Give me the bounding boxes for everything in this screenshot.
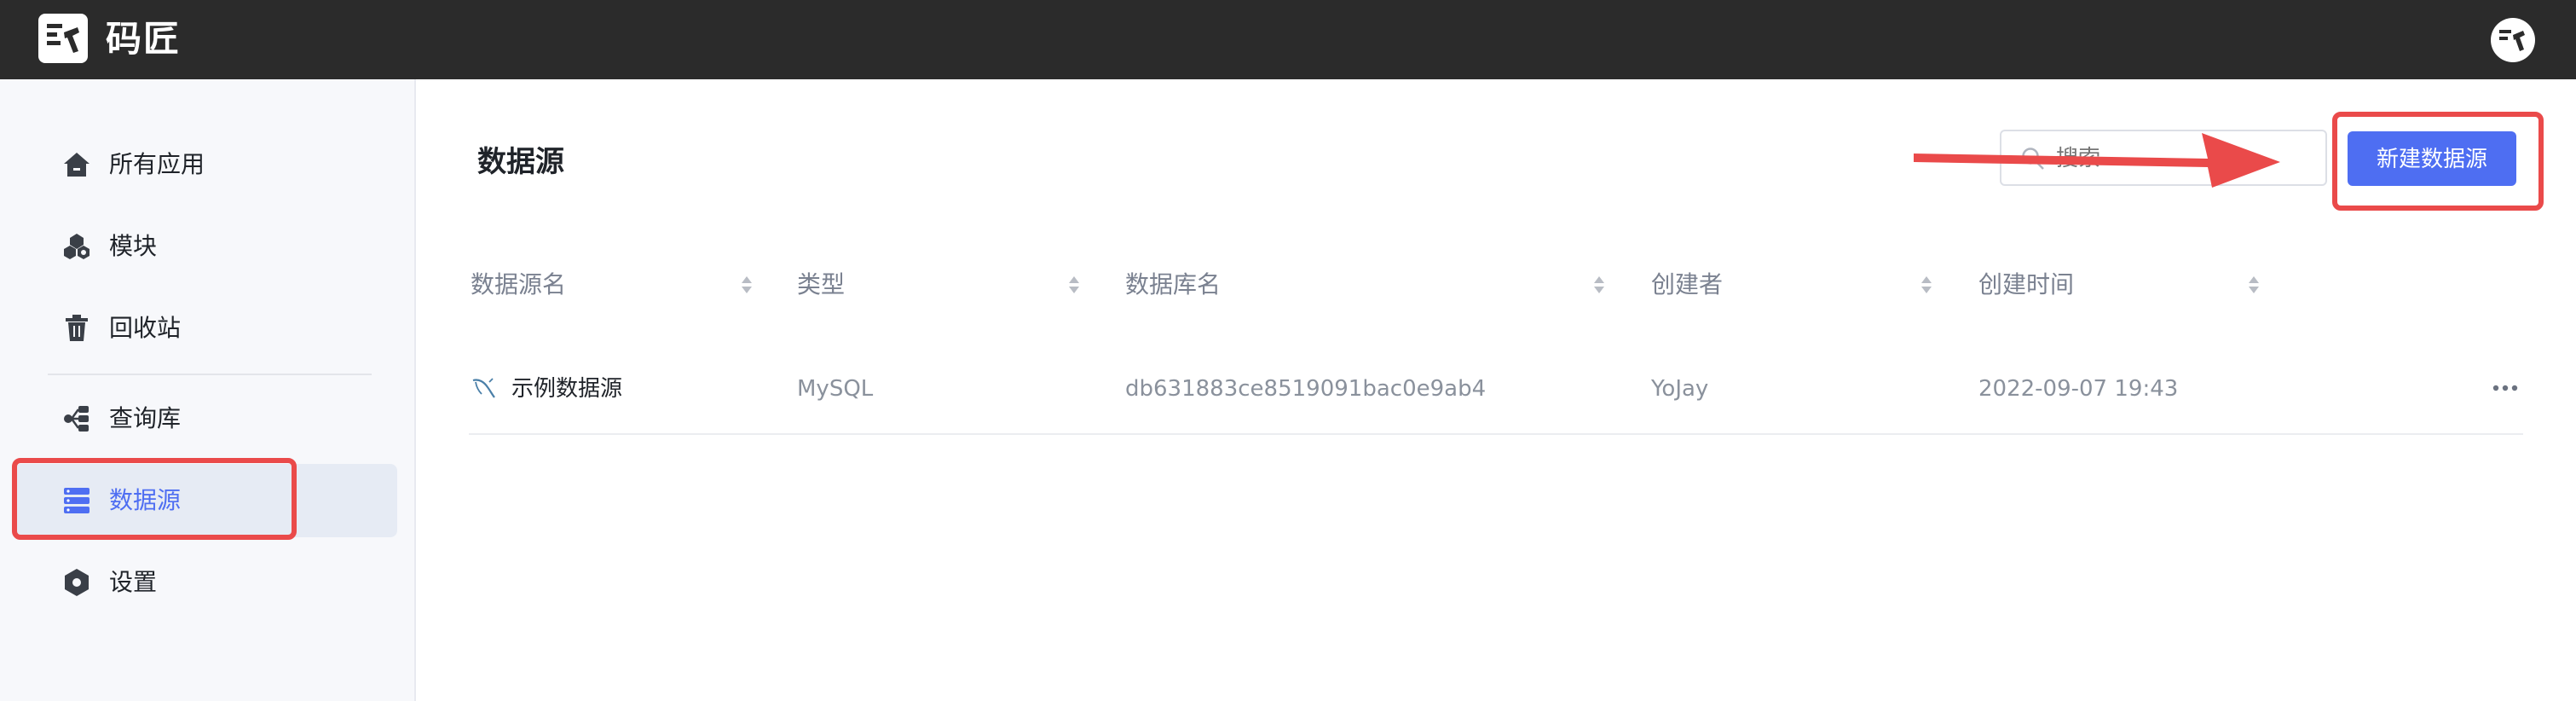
page-title: 数据源: [477, 145, 564, 179]
home-icon: [61, 149, 92, 180]
sidebar-item-label: 所有应用: [109, 150, 205, 178]
query-library-icon: [61, 403, 92, 434]
column-header-created-at[interactable]: 创建时间: [1978, 266, 2074, 304]
modules-icon: [61, 231, 92, 262]
sidebar-item-settings[interactable]: 设置: [14, 546, 397, 619]
sidebar-item-label: 回收站: [109, 314, 182, 342]
row-divider: [469, 433, 2523, 435]
sidebar-item-query-library[interactable]: 查询库: [14, 382, 397, 455]
app-name: 码匠: [106, 18, 182, 60]
sort-icon[interactable]: [2248, 275, 2260, 295]
sort-icon[interactable]: [1920, 275, 1932, 295]
annotation-arrow-icon: [1914, 133, 2280, 188]
logo-icon[interactable]: [38, 14, 88, 63]
sidebar: 所有应用 模块 回收站 查询库 数据源 设置: [0, 79, 416, 701]
settings-icon: [61, 567, 92, 598]
mysql-icon: [472, 378, 495, 398]
datasource-created-at: 2022-09-07 19:43: [1978, 376, 2179, 402]
sidebar-divider: [48, 374, 372, 375]
sort-icon[interactable]: [1068, 275, 1080, 295]
column-header-creator[interactable]: 创建者: [1651, 266, 1723, 304]
sidebar-item-recycle-bin[interactable]: 回收站: [14, 292, 397, 365]
sidebar-item-label: 设置: [109, 568, 158, 596]
datasource-type: MySQL: [797, 376, 874, 402]
user-avatar[interactable]: [2491, 18, 2535, 62]
datasource-database: db631883ce8519091bac0e9ab4: [1125, 376, 1487, 402]
column-header-name[interactable]: 数据源名: [471, 266, 566, 304]
column-header-type[interactable]: 类型: [797, 266, 845, 304]
column-header-database[interactable]: 数据库名: [1125, 266, 1221, 304]
datasource-name[interactable]: 示例数据源: [511, 370, 622, 408]
sidebar-item-label: 查询库: [109, 404, 182, 432]
sort-icon[interactable]: [1593, 275, 1605, 295]
sort-icon[interactable]: [741, 275, 753, 295]
sidebar-item-label: 模块: [109, 232, 158, 260]
datasource-creator: YoJay: [1651, 376, 1709, 402]
top-bar: 码匠: [0, 0, 2576, 79]
more-icon[interactable]: [2491, 374, 2520, 403]
sidebar-item-modules[interactable]: 模块: [14, 210, 397, 283]
annotation-highlight-new-button: [2332, 112, 2544, 211]
trash-icon: [61, 313, 92, 344]
annotation-highlight-datasource: [12, 458, 297, 540]
sidebar-item-all-apps[interactable]: 所有应用: [14, 128, 397, 201]
